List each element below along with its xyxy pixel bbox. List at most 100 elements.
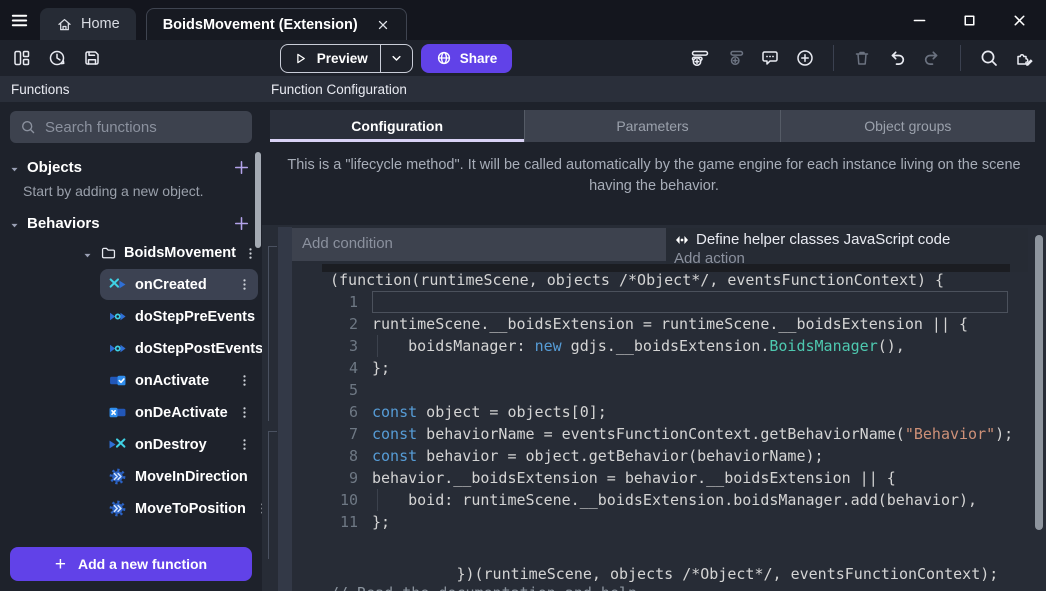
- js-event-label: Define helper classes JavaScript code: [696, 231, 950, 248]
- events-sheet: Add condition Define helper classes Java…: [262, 225, 1046, 591]
- event-guide-line: [268, 431, 277, 559]
- kebab-menu-icon[interactable]: [243, 246, 258, 261]
- minimize-button[interactable]: [911, 12, 928, 29]
- add-comment-icon[interactable]: [760, 48, 780, 68]
- event-block: Add condition Define helper classes Java…: [292, 228, 1028, 272]
- project-manager-icon[interactable]: [12, 48, 32, 68]
- add-sub-event-icon[interactable]: [725, 48, 745, 68]
- on-created-icon: [109, 276, 126, 293]
- globe-icon: [436, 50, 452, 66]
- search-placeholder: Search functions: [45, 119, 157, 136]
- chevron-down-icon: [389, 51, 404, 66]
- main-header: Function Configuration: [262, 76, 1046, 102]
- kebab-menu-icon[interactable]: [237, 373, 252, 388]
- code-line-4: 4};: [322, 357, 1010, 379]
- function-item-ondestroy[interactable]: onDestroy: [100, 429, 258, 460]
- search-icon[interactable]: [979, 48, 999, 68]
- add-object-button[interactable]: [233, 159, 250, 176]
- code-line-2: 2runtimeScene.__boidsExtension = runtime…: [322, 313, 1010, 335]
- add-other-event-icon[interactable]: [795, 48, 815, 68]
- function-item-ondeactivate[interactable]: onDeActivate: [100, 397, 258, 428]
- redo-icon[interactable]: [922, 48, 942, 68]
- configuration-tabs: ConfigurationParametersObject groups: [270, 110, 1035, 142]
- function-item-movetoposition[interactable]: MoveToPosition: [100, 493, 258, 524]
- plus-icon: +: [55, 555, 66, 574]
- line-number: 4: [322, 357, 372, 379]
- code-line-1: 1: [322, 291, 1010, 313]
- code-lines: 12runtimeScene.__boidsExtension = runtim…: [322, 291, 1010, 533]
- add-function-button[interactable]: + Add a new function: [10, 547, 252, 581]
- objects-section-title: Objects: [27, 159, 82, 176]
- line-number: 3: [322, 335, 372, 357]
- line-number: 9: [322, 467, 372, 489]
- delete-icon[interactable]: [852, 48, 872, 68]
- code-header-line: (function(runtimeScene, objects /*Object…: [322, 269, 1010, 291]
- function-item-dosteppreevents[interactable]: doStepPreEvents: [100, 301, 258, 332]
- content-area: Functions Search functions Objects Start…: [0, 76, 1046, 591]
- function-item-onactivate[interactable]: onActivate: [100, 365, 258, 396]
- share-button[interactable]: Share: [421, 44, 513, 73]
- undo-icon[interactable]: [887, 48, 907, 68]
- function-item-label: onActivate: [135, 373, 209, 389]
- behavior-group-label: BoidsMovement: [124, 245, 236, 261]
- main-title: Function Configuration: [271, 82, 407, 97]
- kebab-menu-icon[interactable]: [237, 405, 252, 420]
- toolbar-separator: [960, 45, 961, 71]
- code-editor[interactable]: (function(runtimeScene, objects /*Object…: [322, 264, 1010, 272]
- tab-object-groups[interactable]: Object groups: [781, 110, 1035, 142]
- add-condition-button[interactable]: Add condition: [292, 228, 666, 261]
- js-event-title[interactable]: Define helper classes JavaScript code: [666, 228, 1028, 249]
- edit-extension-icon[interactable]: [1014, 48, 1034, 68]
- kebab-menu-icon[interactable]: [237, 277, 252, 292]
- function-item-dosteppostevents[interactable]: doStepPostEvents: [100, 333, 258, 364]
- function-item-moveindirection[interactable]: MoveInDirection: [100, 461, 258, 492]
- line-number: 10: [322, 489, 372, 511]
- function-item-label: onCreated: [135, 277, 207, 293]
- save-icon[interactable]: [82, 48, 102, 68]
- function-item-label: doStepPreEvents: [135, 309, 255, 325]
- function-item-label: MoveInDirection: [135, 469, 248, 485]
- kebab-menu-icon[interactable]: [237, 437, 252, 452]
- tab-home[interactable]: Home: [40, 8, 136, 40]
- add-behavior-button[interactable]: [233, 215, 250, 232]
- code-line-11: 11};: [322, 511, 1010, 533]
- search-icon: [20, 119, 36, 135]
- on-deactivate-icon: [109, 404, 126, 421]
- line-number: 11: [322, 511, 372, 533]
- preview-button[interactable]: Preview: [280, 44, 413, 73]
- line-number: 8: [322, 445, 372, 467]
- tab-configuration[interactable]: Configuration: [270, 110, 525, 142]
- tab-parameters[interactable]: Parameters: [525, 110, 780, 142]
- function-item-oncreated[interactable]: onCreated: [100, 269, 258, 300]
- lifecycle-description: This is a "lifecycle method". It will be…: [273, 155, 1035, 197]
- code-line-8: 8const behavior = object.getBehavior(beh…: [322, 445, 1010, 467]
- behaviors-tree: BoidsMovement onCreated doStepPreEvents doS…: [0, 238, 262, 524]
- documentation-link[interactable]: Read the documentation and help: [357, 584, 637, 591]
- behavior-group-boidsmovement[interactable]: BoidsMovement: [0, 238, 262, 268]
- gdevelop-window: Home BoidsMovement (Extension) Preview: [0, 0, 1046, 591]
- events-scrollbar[interactable]: [1035, 235, 1043, 530]
- chevron-down-icon[interactable]: [9, 162, 20, 173]
- close-tab-icon[interactable]: [376, 18, 390, 32]
- search-functions-input[interactable]: Search functions: [10, 111, 252, 143]
- preview-label: Preview: [317, 51, 368, 66]
- section-behaviors: Behaviors: [0, 209, 262, 238]
- on-activate-icon: [109, 372, 126, 389]
- sidebar-scrollbar[interactable]: [255, 152, 261, 248]
- titlebar: Home BoidsMovement (Extension): [0, 0, 1046, 40]
- chevron-down-icon[interactable]: [9, 218, 20, 229]
- maximize-button[interactable]: [961, 12, 978, 29]
- chevron-down-icon[interactable]: [82, 248, 93, 259]
- function-configuration-panel: Function Configuration ConfigurationPara…: [262, 76, 1046, 591]
- function-item-label: MoveToPosition: [135, 501, 246, 517]
- hamburger-menu-icon[interactable]: [10, 11, 29, 30]
- close-window-button[interactable]: [1011, 12, 1028, 29]
- tab-boidsmovement-extension[interactable]: BoidsMovement (Extension): [146, 8, 407, 40]
- on-destroy-icon: [109, 436, 126, 453]
- file-tabs: Home BoidsMovement (Extension): [40, 0, 407, 40]
- preview-options-button[interactable]: [381, 51, 412, 66]
- toolbar-left-icons: [12, 48, 102, 68]
- add-event-icon[interactable]: [690, 48, 710, 68]
- line-number: 1: [322, 291, 372, 313]
- history-icon[interactable]: [47, 48, 67, 68]
